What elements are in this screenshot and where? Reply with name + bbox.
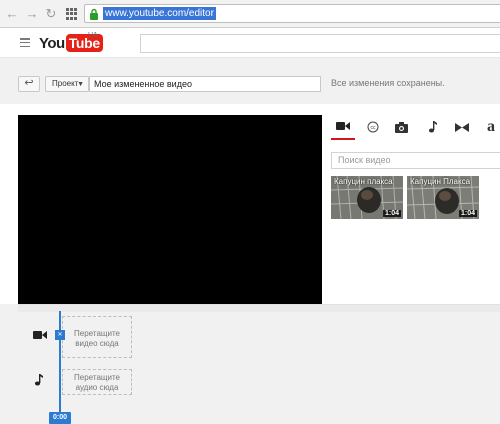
playhead-time: 0:00	[49, 412, 71, 424]
lock-icon	[90, 8, 98, 20]
thumbnail-duration: 1:04	[382, 210, 401, 217]
address-bar[interactable]: www.youtube.com/editor	[84, 4, 500, 23]
tab-photo[interactable]	[389, 114, 413, 140]
video-thumbnail[interactable]: Капуцин Плакса 1:04	[407, 176, 479, 219]
video-camera-icon	[336, 122, 350, 130]
tab-creative-commons[interactable]: cc	[361, 114, 385, 140]
arrow-right-icon[interactable]: →	[24, 6, 40, 22]
caret-down-icon: ▼	[77, 81, 84, 88]
music-note-icon	[428, 121, 437, 133]
tab-video[interactable]	[331, 114, 355, 140]
logo-you: You	[39, 34, 65, 52]
editor-toolbar: ↩ Проект ▼ Мое измененное видео Все изме…	[0, 58, 500, 104]
project-dropdown[interactable]: Проект ▼	[45, 76, 89, 92]
thumbnail-title: Капуцин плакса	[334, 177, 393, 186]
region-label: UA	[88, 32, 98, 39]
url-text[interactable]: www.youtube.com/editor	[103, 7, 216, 20]
music-note-icon	[34, 374, 43, 386]
media-tabs: cc a	[331, 114, 500, 140]
back-button[interactable]: ↩	[18, 76, 40, 92]
reload-icon[interactable]: ↻	[43, 6, 59, 22]
playhead[interactable]	[59, 311, 61, 413]
project-label: Проект	[52, 79, 79, 88]
timeline-ruler[interactable]	[18, 304, 500, 312]
browser-toolbar: ← → ↻ www.youtube.com/editor	[0, 0, 500, 28]
svg-text:cc: cc	[371, 125, 377, 131]
video-drop-zone[interactable]: Перетащите видео сюда	[62, 316, 132, 358]
video-thumbnail[interactable]: Капуцин плакса 1:04	[331, 176, 403, 219]
photo-camera-icon	[394, 121, 408, 133]
save-status: Все изменения сохранены.	[331, 78, 445, 88]
video-preview[interactable]	[18, 115, 322, 304]
tab-music[interactable]	[420, 114, 444, 140]
project-name-field[interactable]: Мое измененное видео	[89, 76, 321, 92]
apps-grid-icon[interactable]	[66, 8, 78, 20]
video-search-input[interactable]: Поиск видео	[331, 152, 500, 169]
thumbnail-duration: 1:04	[458, 210, 477, 217]
audio-drop-zone[interactable]: Перетащите аудио сюда	[62, 369, 132, 395]
playhead-handle[interactable]: ✕	[55, 330, 65, 340]
hamburger-menu-icon[interactable]	[20, 38, 30, 48]
creative-commons-icon: cc	[367, 121, 379, 133]
youtube-header: You Tube UA	[0, 28, 500, 58]
tab-transitions[interactable]	[450, 114, 474, 140]
text-icon: a	[487, 118, 495, 135]
arrow-left-icon[interactable]: ←	[4, 6, 20, 22]
thumbnail-title: Капуцин Плакса	[410, 177, 471, 186]
transition-icon	[455, 122, 469, 132]
youtube-search-input[interactable]	[140, 34, 500, 53]
tab-text[interactable]: a	[479, 114, 500, 140]
video-camera-icon	[33, 331, 47, 339]
